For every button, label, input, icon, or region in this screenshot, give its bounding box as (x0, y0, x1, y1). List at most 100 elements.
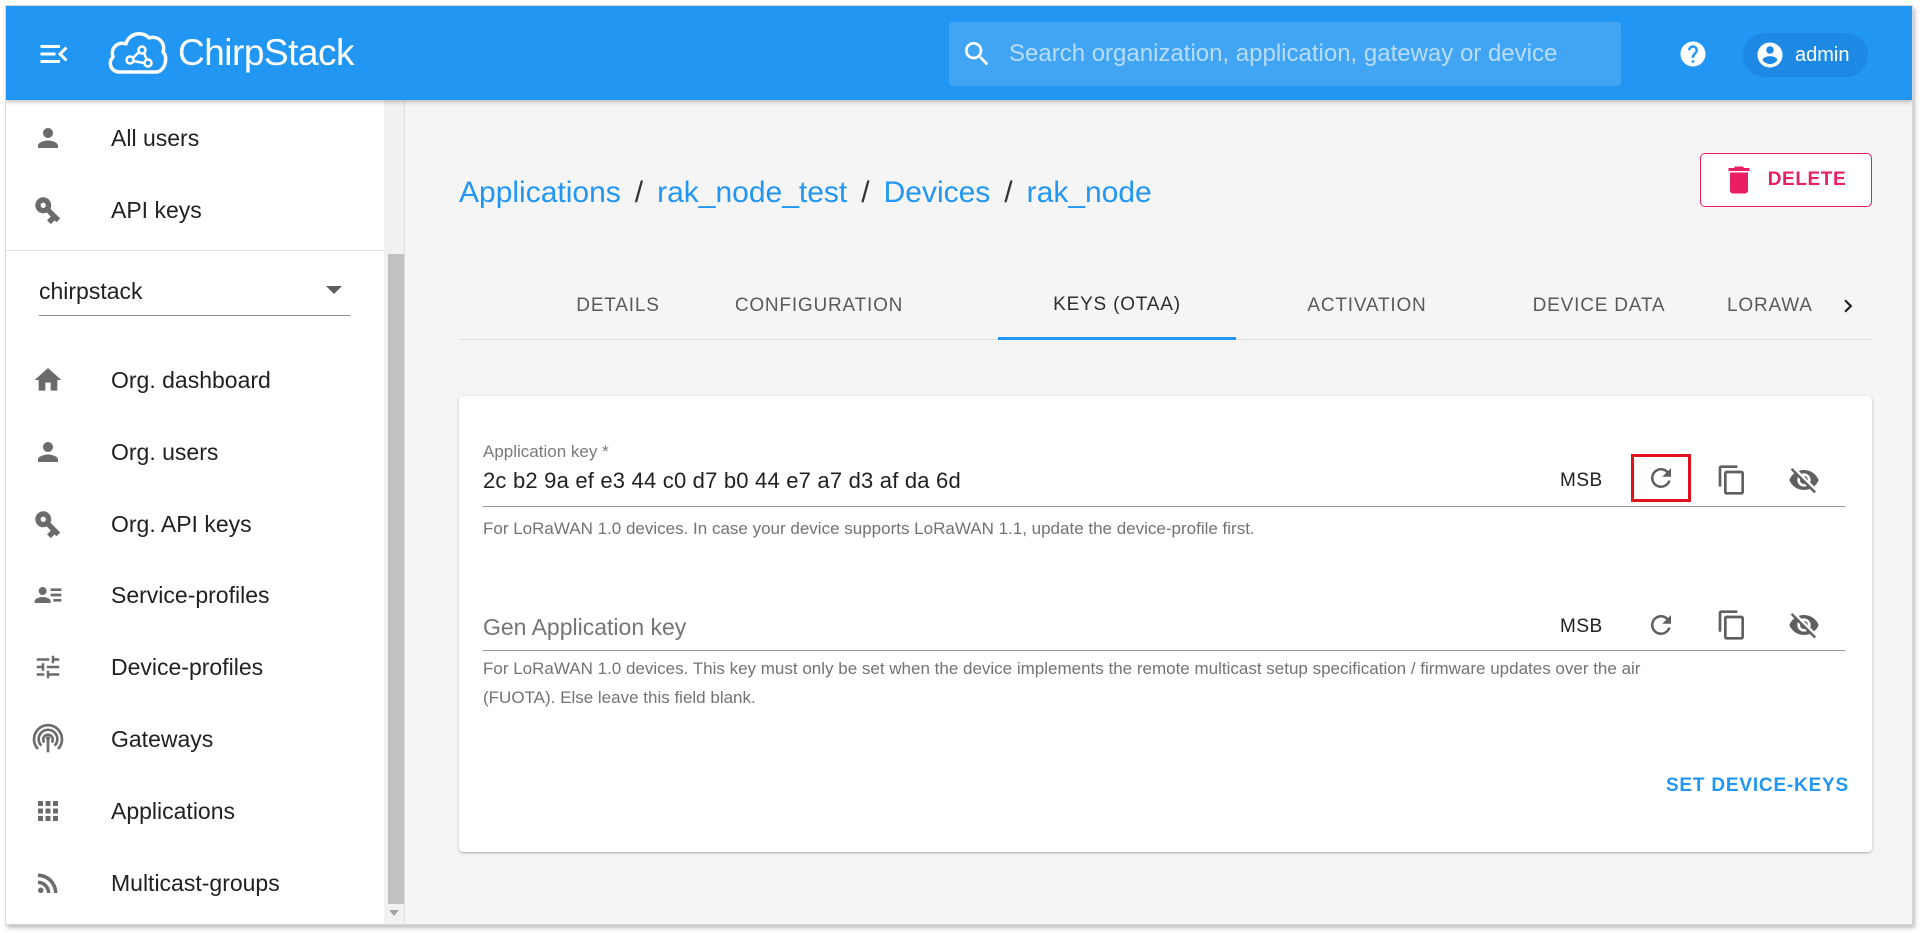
sidebar-item-api-keys[interactable]: API keys (6, 180, 384, 240)
application-key-helper-text: For LoRaWAN 1.0 devices. In case your de… (483, 519, 1255, 538)
application-key-label: Application key * (483, 442, 609, 461)
refresh-icon (1650, 615, 1671, 635)
sidebar-item-label: API keys (111, 196, 202, 223)
device-tabs: DETAILS CONFIGURATION KEYS (OTAA) ACTIVA… (459, 272, 1872, 340)
field-underline (483, 650, 1845, 651)
toggle-visibility-button[interactable] (1774, 601, 1834, 649)
organization-select[interactable]: chirpstack (39, 268, 350, 316)
gen-application-key-field: Gen Application key MSB For LoRaWAN 1.0 … (483, 584, 1845, 724)
sidebar-item-label: Org. dashboard (111, 366, 271, 393)
breadcrumb-device-link[interactable]: rak_node (1027, 176, 1152, 210)
generate-key-button[interactable] (1631, 601, 1691, 649)
breadcrumb-application-link[interactable]: rak_node_test (657, 176, 847, 210)
dropdown-arrow-icon (326, 286, 342, 294)
tab-label: LORAWA (1727, 295, 1813, 316)
search-box (949, 22, 1621, 86)
sidebar-item-gateways[interactable]: Gateways (6, 709, 384, 769)
sidebar-item-service-profiles[interactable]: Service-profiles (6, 565, 384, 625)
breadcrumb-applications-link[interactable]: Applications (459, 176, 621, 210)
generate-key-button[interactable] (1631, 454, 1691, 502)
field-underline (483, 506, 1845, 507)
tab-keys-otaa[interactable]: KEYS (OTAA) (998, 272, 1236, 340)
copy-key-button[interactable] (1702, 456, 1762, 504)
gen-application-key-helper-text-continued: (FUOTA). Else leave this field blank. (483, 688, 756, 707)
sidebar-scrollbar-thumb[interactable] (388, 254, 404, 904)
top-app-bar: ChirpStack admin (6, 6, 1912, 100)
tab-scroll-right-button[interactable] (1828, 278, 1868, 334)
apps-icon (31, 794, 65, 828)
visibility-off-icon (1789, 613, 1819, 639)
chirpstack-logo[interactable]: ChirpStack (106, 24, 354, 82)
search-input[interactable] (993, 22, 1621, 86)
sidebar-item-org-users[interactable]: Org. users (6, 422, 384, 482)
tab-configuration[interactable]: CONFIGURATION (701, 272, 937, 340)
delete-button-label: DELETE (1767, 169, 1847, 190)
byte-order-toggle[interactable]: MSB (1560, 470, 1603, 492)
trash-icon (1728, 166, 1750, 194)
device-keys-card: Application key * 2c b2 9a ef e3 44 c0 d… (459, 396, 1872, 852)
account-details-icon (31, 578, 65, 612)
application-key-field: Application key * 2c b2 9a ef e3 44 c0 d… (483, 442, 1845, 562)
application-key-input[interactable]: 2c b2 9a ef e3 44 c0 d7 b0 44 e7 a7 d3 a… (483, 468, 961, 494)
key-icon (31, 507, 65, 541)
tab-label: KEYS (OTAA) (1053, 293, 1181, 315)
search-icon (965, 42, 989, 66)
account-circle-icon (1757, 42, 1783, 68)
main-content: Applications / rak_node_test / Devices /… (406, 100, 1912, 924)
chevron-right-icon (1844, 299, 1853, 313)
sidebar-item-org-dashboard[interactable]: Org. dashboard (6, 350, 384, 410)
user-menu-button[interactable]: admin (1743, 33, 1868, 77)
scroll-down-arrow-icon[interactable] (389, 910, 399, 916)
sidebar-item-label: Gateways (111, 725, 214, 752)
tune-icon (31, 650, 65, 684)
breadcrumb: Applications / rak_node_test / Devices /… (459, 176, 1152, 210)
breadcrumb-separator: / (634, 176, 644, 209)
help-button[interactable] (1678, 39, 1708, 69)
visibility-off-icon (1789, 468, 1819, 494)
sidebar-divider (6, 250, 384, 251)
set-device-keys-button[interactable]: SET DEVICE-KEYS (1639, 766, 1849, 806)
tab-details[interactable]: DETAILS (539, 272, 697, 340)
sidebar-item-multicast-groups[interactable]: Multicast-groups (6, 853, 384, 913)
home-icon (31, 363, 65, 397)
tab-label: DETAILS (576, 295, 660, 316)
gen-application-key-helper-text: For LoRaWAN 1.0 devices. This key must o… (483, 659, 1641, 678)
tab-label: CONFIGURATION (734, 295, 904, 316)
help-circle-icon (1680, 41, 1706, 67)
sidebar-item-label: All users (111, 124, 200, 151)
toggle-visibility-button[interactable] (1774, 456, 1834, 504)
breadcrumb-devices-link[interactable]: Devices (884, 176, 991, 210)
sidebar-item-label: Service-profiles (111, 581, 270, 608)
refresh-icon (1650, 467, 1671, 488)
key-icon (31, 193, 65, 227)
menu-collapse-button[interactable] (36, 36, 72, 72)
tab-activation[interactable]: ACTIVATION (1267, 272, 1467, 340)
brand-name: ChirpStack (178, 32, 354, 73)
sidebar-item-org-api-keys[interactable]: Org. API keys (6, 494, 384, 554)
app-window: ChirpStack admin All users (5, 5, 1913, 925)
username-label: admin (1795, 43, 1850, 66)
person-icon (31, 121, 65, 155)
delete-button[interactable]: DELETE (1700, 153, 1872, 207)
breadcrumb-separator: / (1004, 176, 1013, 209)
sidebar-item-all-users[interactable]: All users (6, 108, 384, 168)
tab-lorawan-frames[interactable]: LORAWA (1727, 272, 1827, 340)
rss-icon (31, 866, 65, 900)
breadcrumb-separator: / (861, 176, 870, 209)
sidebar-item-label: Multicast-groups (111, 869, 280, 896)
sidebar-item-device-profiles[interactable]: Device-profiles (6, 637, 384, 697)
copy-key-button[interactable] (1702, 601, 1762, 649)
set-device-keys-label: SET DEVICE-KEYS (1665, 775, 1849, 796)
sidebar-item-label: Org. users (111, 438, 219, 465)
person-icon (31, 435, 65, 469)
sidebar-item-label: Applications (111, 797, 236, 824)
copy-icon (1718, 465, 1744, 495)
tab-label: ACTIVATION (1307, 295, 1427, 316)
organization-select-value: chirpstack (39, 278, 143, 304)
copy-icon (1718, 610, 1744, 640)
sidebar: All users API keys chirpstack Org. dashb… (6, 100, 405, 924)
sidebar-item-applications[interactable]: Applications (6, 781, 384, 841)
byte-order-toggle[interactable]: MSB (1560, 616, 1603, 638)
gen-application-key-input[interactable]: Gen Application key (483, 614, 686, 641)
tab-device-data[interactable]: DEVICE DATA (1499, 272, 1699, 340)
